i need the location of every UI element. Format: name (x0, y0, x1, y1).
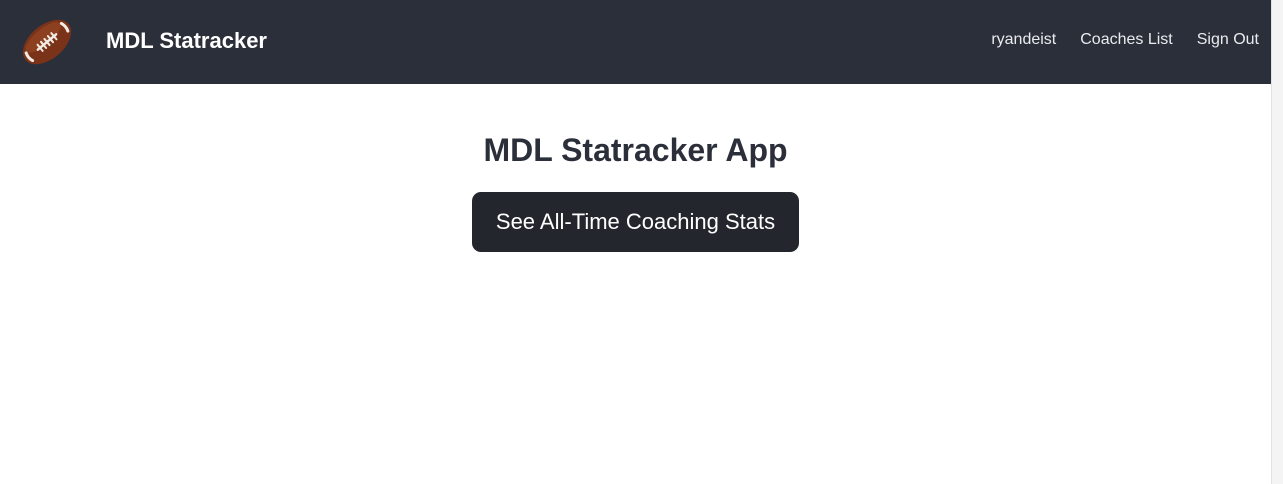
main-content: MDL Statracker App See All-Time Coaching… (0, 84, 1271, 484)
see-all-time-coaching-stats-button[interactable]: See All-Time Coaching Stats (471, 192, 800, 252)
app-window: MDL Statracker ryandeist Coaches List Si… (0, 0, 1283, 484)
football-icon[interactable] (18, 13, 76, 71)
nav-link-sign-out[interactable]: Sign Out (1197, 29, 1259, 51)
football-logo-graphic (22, 19, 72, 65)
vertical-scrollbar[interactable] (1271, 0, 1283, 484)
brand-title[interactable]: MDL Statracker (106, 26, 267, 56)
nav-link-username[interactable]: ryandeist (991, 29, 1056, 51)
nav-links: ryandeist Coaches List Sign Out (991, 29, 1259, 51)
page-title: MDL Statracker App (483, 132, 788, 168)
top-navbar: MDL Statracker ryandeist Coaches List Si… (0, 0, 1271, 84)
nav-link-coaches-list[interactable]: Coaches List (1080, 29, 1173, 51)
